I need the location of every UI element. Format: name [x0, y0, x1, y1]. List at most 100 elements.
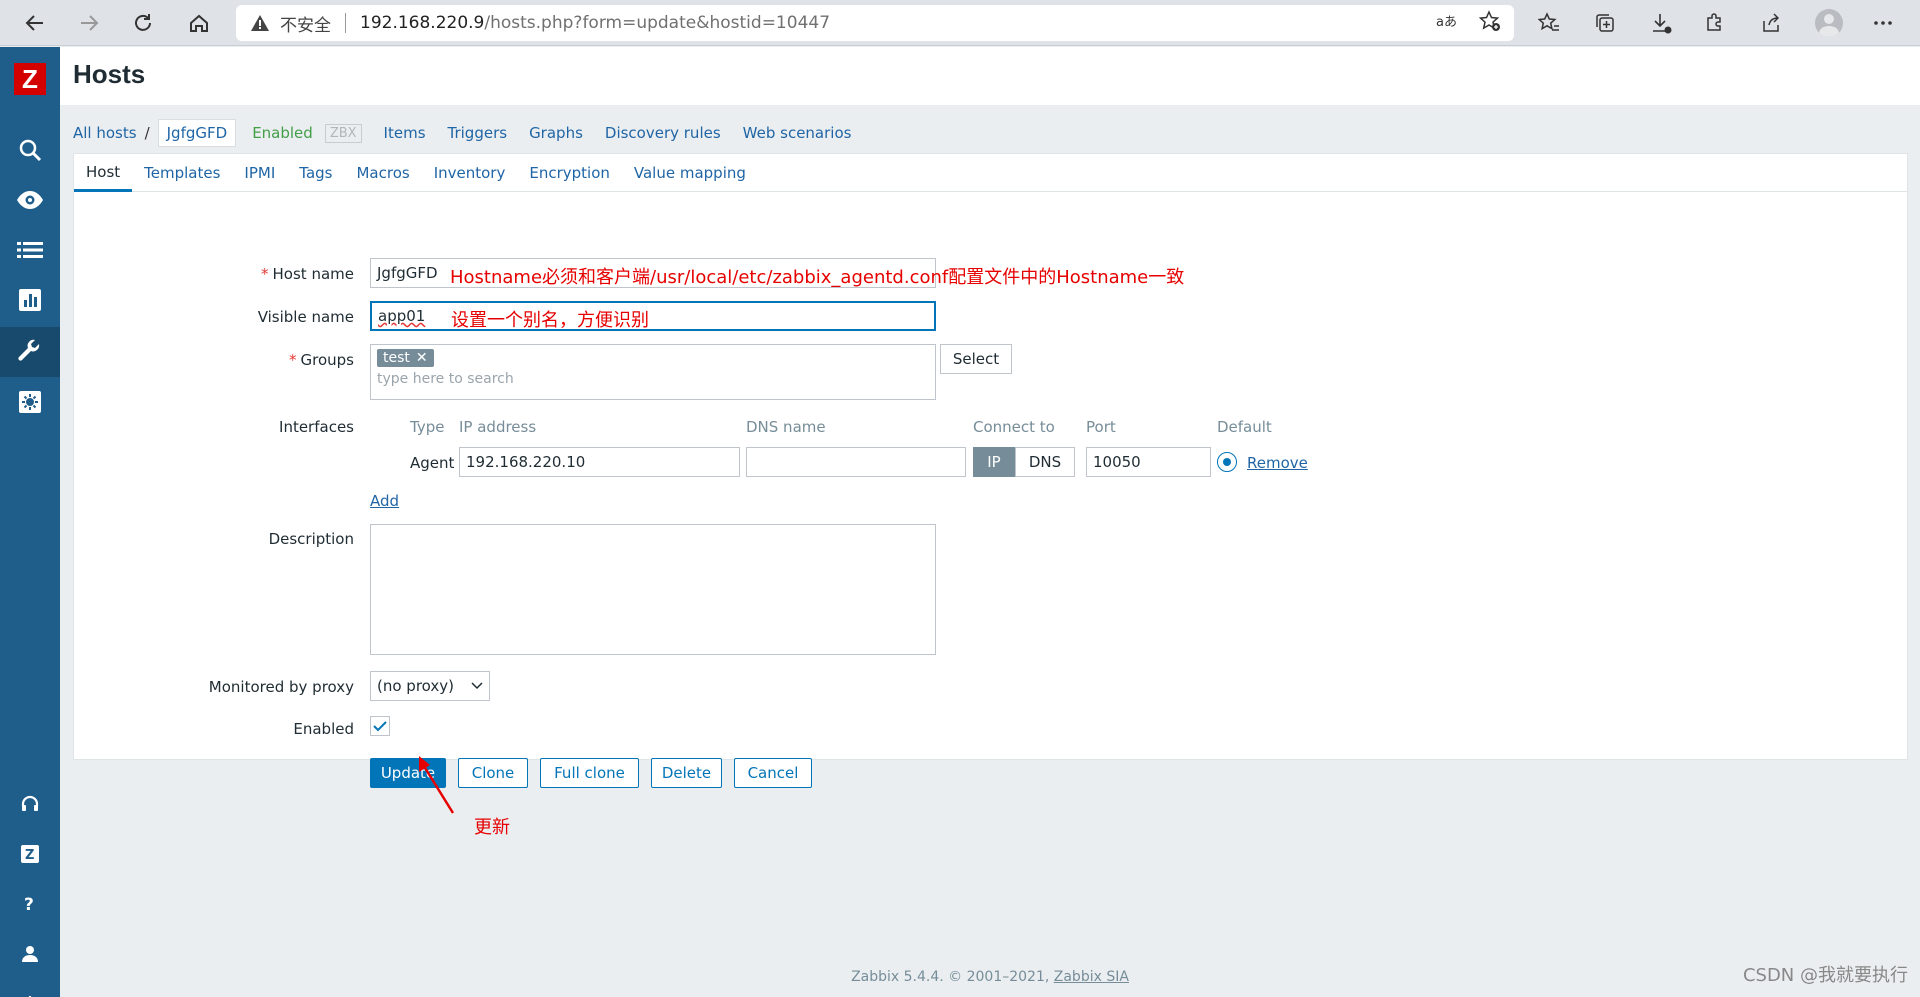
more-options-icon[interactable]: [1868, 8, 1898, 38]
radio-dot: [1223, 458, 1231, 466]
cancel-button[interactable]: Cancel: [734, 758, 812, 788]
page-content: Hosts All hosts / JgfgGFD Enabled ZBX It…: [60, 47, 1920, 997]
breadcrumb-triggers-link[interactable]: Triggers: [448, 124, 508, 142]
description-label: Description: [268, 530, 354, 548]
description-textarea[interactable]: [370, 524, 936, 655]
iface-header-default: Default: [1217, 418, 1272, 436]
full-clone-button[interactable]: Full clone: [540, 758, 639, 788]
host-status-enabled[interactable]: Enabled: [252, 124, 313, 142]
breadcrumb-items-link[interactable]: Items: [384, 124, 426, 142]
chevron-down-icon: [471, 682, 483, 690]
address-bar[interactable]: 不安全 192.168.220.9/hosts.php?form=update&…: [236, 5, 1514, 41]
iface-ip-input[interactable]: 192.168.220.10: [459, 447, 740, 477]
tab-ipmi[interactable]: IPMI: [232, 154, 287, 192]
page-header: Hosts: [60, 47, 1920, 105]
breadcrumb-graphs-link[interactable]: Graphs: [529, 124, 583, 142]
breadcrumb-all-hosts[interactable]: All hosts: [73, 124, 137, 142]
add-interface-link[interactable]: Add: [370, 492, 399, 510]
page-title: Hosts: [73, 59, 146, 89]
help-icon[interactable]: ?: [0, 879, 60, 929]
insecure-label: 不安全: [280, 15, 331, 36]
iface-header-port: Port: [1086, 418, 1116, 436]
address-separator: [345, 13, 346, 33]
breadcrumb: All hosts / JgfgGFD Enabled ZBX Items Tr…: [73, 119, 851, 147]
collections-icon[interactable]: [1590, 8, 1620, 38]
zabbix-logo[interactable]: Z: [14, 63, 46, 95]
tab-templates[interactable]: Templates: [132, 154, 232, 192]
groups-multiselect[interactable]: test ✕ type here to search: [370, 344, 936, 400]
remove-interface-link[interactable]: Remove: [1247, 454, 1308, 472]
connect-ip-toggle[interactable]: IP: [973, 447, 1015, 477]
connect-dns-toggle[interactable]: DNS: [1015, 447, 1075, 477]
support-headset-icon[interactable]: [0, 779, 60, 829]
browser-toolbar: 不安全 192.168.220.9/hosts.php?form=update&…: [0, 0, 1920, 46]
proxy-select[interactable]: (no proxy): [370, 671, 490, 701]
clone-button[interactable]: Clone: [458, 758, 528, 788]
svg-text:aあ: aあ: [1436, 15, 1457, 30]
iface-header-type: Type: [410, 418, 445, 436]
url-host: 192.168.220.9: [360, 13, 485, 33]
breadcrumb-web-link[interactable]: Web scenarios: [743, 124, 852, 142]
groups-search-placeholder[interactable]: type here to search: [377, 371, 514, 387]
breadcrumb-discovery-link[interactable]: Discovery rules: [605, 124, 721, 142]
host-name-annotation: Hostname必须和客户端/usr/local/etc/zabbix_agen…: [450, 267, 1185, 288]
enabled-checkbox[interactable]: [370, 716, 390, 736]
svg-text:Z: Z: [25, 848, 34, 863]
group-tag[interactable]: test ✕: [377, 349, 434, 367]
delete-button[interactable]: Delete: [651, 758, 722, 788]
iface-dns-input[interactable]: [746, 447, 966, 477]
iface-header-ip: IP address: [459, 418, 537, 436]
share-icon[interactable]: [1756, 8, 1786, 38]
downloads-icon[interactable]: [1646, 8, 1676, 38]
enabled-label: Enabled: [293, 720, 354, 738]
tab-host[interactable]: Host: [74, 154, 133, 192]
host-form-panel: Host Templates IPMI Tags Macros Inventor…: [73, 153, 1908, 788]
footer-company-link[interactable]: Zabbix SIA: [1054, 969, 1129, 985]
administration-gear-icon[interactable]: [0, 377, 60, 427]
footer: Zabbix 5.4.4. © 2001–2021, Zabbix SIA: [60, 969, 1920, 985]
profile-avatar[interactable]: [1815, 9, 1843, 37]
signout-power-icon[interactable]: [0, 979, 60, 997]
home-icon[interactable]: [184, 8, 214, 38]
tab-value-mapping[interactable]: Value mapping: [622, 154, 758, 192]
host-name-label: * Host name: [261, 265, 354, 283]
zabbix-share-icon[interactable]: Z: [0, 829, 60, 879]
breadcrumb-separator: /: [144, 124, 150, 142]
extensions-icon[interactable]: [1700, 8, 1730, 38]
warning-icon: [251, 15, 269, 31]
monitoring-eye-icon[interactable]: [0, 175, 60, 225]
interfaces-label: Interfaces: [279, 418, 354, 436]
favorites-icon[interactable]: [1534, 8, 1564, 38]
update-button[interactable]: Update: [370, 758, 446, 788]
required-asterisk: *: [289, 351, 297, 369]
zbx-availability-badge: ZBX: [324, 123, 362, 143]
proxy-label: Monitored by proxy: [208, 678, 354, 696]
iface-header-dns: DNS name: [746, 418, 826, 436]
reload-icon[interactable]: [128, 8, 158, 38]
inventory-list-icon[interactable]: [0, 225, 60, 275]
footer-text: Zabbix 5.4.4. © 2001–2021,: [851, 969, 1050, 985]
search-icon[interactable]: [0, 125, 60, 175]
checkmark-icon: [373, 721, 387, 732]
breadcrumb-current-host[interactable]: JgfgGFD: [157, 119, 237, 147]
form-tabs: Host Templates IPMI Tags Macros Inventor…: [74, 154, 1907, 192]
add-favorite-icon[interactable]: [1478, 9, 1502, 33]
tab-macros[interactable]: Macros: [344, 154, 421, 192]
user-profile-icon[interactable]: [0, 929, 60, 979]
tab-inventory[interactable]: Inventory: [422, 154, 518, 192]
select-groups-button[interactable]: Select: [940, 344, 1012, 374]
tab-tags[interactable]: Tags: [287, 154, 344, 192]
iface-port-input[interactable]: 10050: [1086, 447, 1211, 477]
default-interface-radio[interactable]: [1217, 452, 1237, 472]
url-path: /hosts.php?form=update&hostid=10447: [484, 13, 831, 33]
visible-name-annotation: 设置一个别名，方便识别: [451, 310, 649, 331]
reports-chart-icon[interactable]: [0, 275, 60, 325]
configuration-wrench-icon[interactable]: [0, 327, 60, 377]
back-icon[interactable]: [20, 8, 50, 38]
update-annotation: 更新: [474, 817, 510, 838]
csdn-watermark: CSDN @我就要执行: [1742, 965, 1908, 986]
remove-tag-icon[interactable]: ✕: [416, 350, 428, 366]
tab-encryption[interactable]: Encryption: [517, 154, 622, 192]
read-aloud-icon[interactable]: aあ: [1434, 9, 1458, 33]
forward-icon[interactable]: [74, 8, 104, 38]
